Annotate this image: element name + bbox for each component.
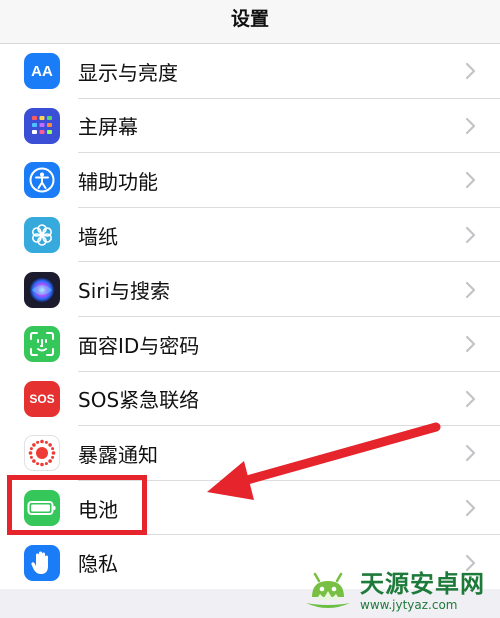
chevron-right-icon — [465, 499, 476, 517]
settings-row-label: 主屏幕 — [78, 115, 138, 140]
settings-row-display[interactable]: AA 显示与亮度 — [0, 44, 500, 99]
chevron-right-icon — [465, 63, 476, 80]
chevron-right-icon — [465, 390, 476, 407]
settings-row-label: 隐私 — [78, 552, 118, 577]
chevron-right-icon — [465, 281, 476, 298]
watermark: 天源安卓网 www.jytyaz.com — [300, 566, 496, 616]
settings-row-label: 辅助功能 — [78, 169, 158, 194]
sos-icon: SOS — [24, 380, 60, 417]
settings-row-siri[interactable]: Siri与搜索 — [0, 262, 500, 317]
settings-row-accessibility[interactable]: 辅助功能 — [0, 153, 500, 208]
chevron-right-icon — [465, 445, 476, 462]
android-robot-logo-icon — [306, 572, 350, 608]
settings-row-label: Siri与搜索 — [78, 279, 171, 304]
settings-row-label: 显示与亮度 — [78, 60, 178, 85]
chevron-right-icon — [465, 172, 476, 189]
page-title: 设置 — [230, 8, 269, 30]
settings-row-home[interactable]: 主屏幕 — [0, 99, 500, 154]
privacy-hand-icon — [24, 544, 60, 581]
watermark-url: www.jytyaz.com — [360, 598, 458, 612]
settings-row-wallpaper[interactable]: 墙纸 — [0, 208, 500, 263]
chevron-right-icon — [465, 226, 476, 244]
chevron-right-icon — [465, 117, 476, 134]
settings-row-label: 墙纸 — [78, 224, 118, 249]
settings-row-label: 暴露通知 — [78, 442, 158, 467]
face-id-icon — [24, 326, 60, 363]
battery-highlight-box — [7, 475, 147, 535]
watermark-title: 天源安卓网 — [360, 570, 485, 598]
settings-row-label: 面容ID与密码 — [78, 333, 200, 358]
siri-icon — [24, 271, 60, 308]
settings-row-exposure[interactable]: 暴露通知 — [0, 426, 500, 481]
navigation-bar: 设置 — [0, 0, 500, 44]
settings-row-faceid[interactable]: 面容ID与密码 — [0, 317, 500, 372]
chevron-right-icon — [465, 336, 476, 353]
settings-row-label: SOS紧急联络 — [78, 388, 200, 413]
home-screen-icon — [24, 107, 60, 144]
accessibility-icon — [24, 162, 60, 199]
wallpaper-icon — [24, 217, 60, 254]
settings-row-sos[interactable]: SOS SOS紧急联络 — [0, 372, 500, 427]
exposure-notification-icon — [24, 435, 60, 472]
display-brightness-icon: AA — [24, 53, 60, 90]
